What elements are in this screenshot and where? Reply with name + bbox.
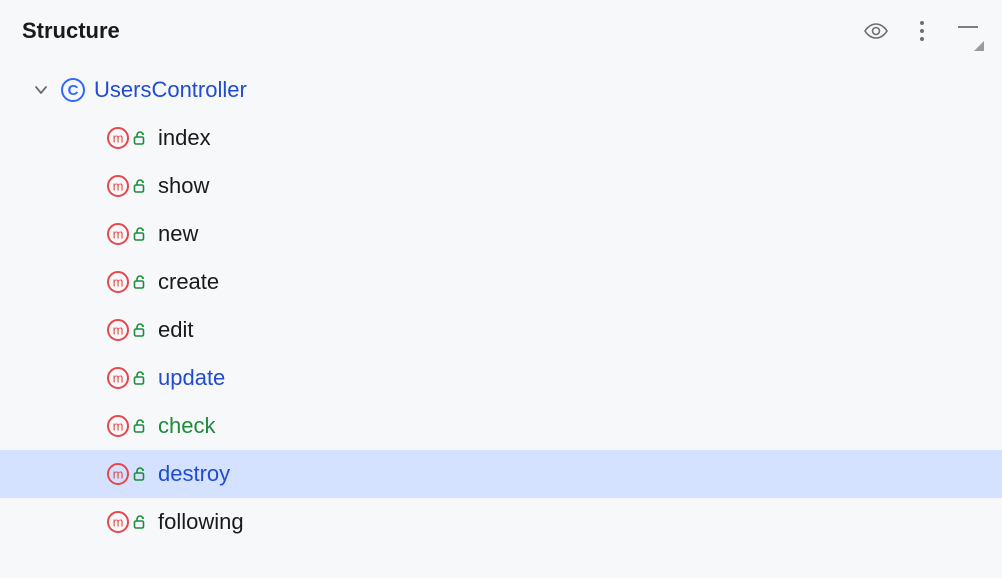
svg-text:m: m [113,467,124,482]
svg-text:m: m [113,371,124,386]
chevron-down-icon[interactable] [30,83,52,97]
method-label: check [158,413,215,439]
unlocked-icon [132,418,148,434]
unlocked-icon [132,322,148,338]
resize-corner-icon [974,41,984,51]
method-icon: m [106,222,130,246]
svg-text:m: m [113,227,124,242]
svg-text:m: m [113,323,124,338]
unlocked-icon [132,370,148,386]
svg-text:m: m [113,131,124,146]
structure-panel: Structure [0,0,1002,578]
method-icon: m [106,174,130,198]
method-label: new [158,221,198,247]
panel-header: Structure [0,0,1002,62]
method-icon: m [106,462,130,486]
unlocked-icon [132,130,148,146]
method-icon: m [106,270,130,294]
unlocked-icon [132,274,148,290]
unlocked-icon [132,466,148,482]
vertical-dots-icon [919,20,925,42]
unlocked-icon [132,226,148,242]
method-icon: m [106,318,130,342]
structure-tree: C UsersController m index m show m new m create… [0,62,1002,546]
panel-actions [862,17,982,45]
view-options-button[interactable] [862,17,890,45]
method-label: create [158,269,219,295]
svg-text:m: m [113,179,124,194]
class-label: UsersController [94,77,247,103]
method-icon: m [106,126,130,150]
method-node-destroy[interactable]: m destroy [0,450,1002,498]
method-node-following[interactable]: m following [0,498,1002,546]
method-node-check[interactable]: m check [0,402,1002,450]
method-node-create[interactable]: m create [0,258,1002,306]
method-node-new[interactable]: m new [0,210,1002,258]
more-options-button[interactable] [908,17,936,45]
method-label: update [158,365,225,391]
method-label: destroy [158,461,230,487]
method-label: edit [158,317,193,343]
svg-text:C: C [68,82,79,99]
method-node-update[interactable]: m update [0,354,1002,402]
minimize-icon [956,19,980,43]
method-node-show[interactable]: m show [0,162,1002,210]
panel-title: Structure [22,18,862,44]
minimize-button[interactable] [954,17,982,45]
method-label: index [158,125,211,151]
method-icon: m [106,414,130,438]
unlocked-icon [132,178,148,194]
svg-text:m: m [113,515,124,530]
unlocked-icon [132,514,148,530]
method-icon: m [106,366,130,390]
svg-text:m: m [113,275,124,290]
svg-text:m: m [113,419,124,434]
class-node-users-controller[interactable]: C UsersController [0,66,1002,114]
method-label: show [158,173,209,199]
class-icon: C [60,77,86,103]
method-label: following [158,509,244,535]
method-node-edit[interactable]: m edit [0,306,1002,354]
eye-icon [863,22,889,40]
method-icon: m [106,510,130,534]
method-node-index[interactable]: m index [0,114,1002,162]
